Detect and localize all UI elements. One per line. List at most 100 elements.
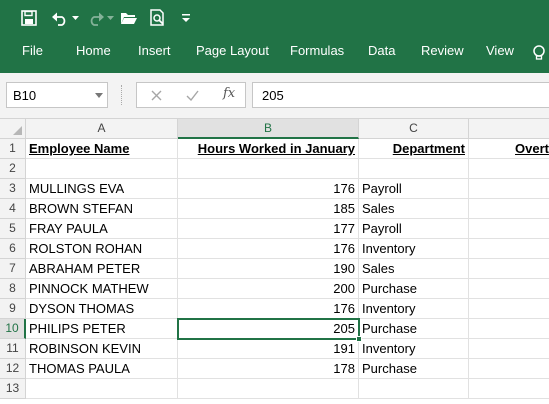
tab-view[interactable]: View bbox=[486, 36, 514, 73]
worksheet-grid: A B C 1 Employee Name Hours Worked in Janu… bbox=[0, 119, 549, 404]
chevron-down-icon[interactable] bbox=[95, 93, 103, 98]
tab-formulas[interactable]: Formulas bbox=[290, 36, 344, 73]
cell-d13[interactable] bbox=[469, 379, 549, 399]
cell-c8[interactable]: Purchase bbox=[359, 279, 469, 299]
cell-a11[interactable]: ROBINSON KEVIN bbox=[26, 339, 178, 359]
row-header-9[interactable]: 9 bbox=[0, 299, 26, 319]
open-folder-icon[interactable] bbox=[119, 8, 139, 28]
row-header-13[interactable]: 13 bbox=[0, 379, 26, 399]
cell-a3[interactable]: MULLINGS EVA bbox=[26, 179, 178, 199]
row-header-12[interactable]: 12 bbox=[0, 359, 26, 379]
cell-b8[interactable]: 200 bbox=[178, 279, 359, 299]
cell-b6[interactable]: 176 bbox=[178, 239, 359, 259]
cell-a1[interactable]: Employee Name bbox=[26, 139, 178, 159]
cell-d4[interactable] bbox=[469, 199, 549, 219]
insert-function-button[interactable]: fx bbox=[223, 86, 235, 101]
tab-insert[interactable]: Insert bbox=[138, 36, 171, 73]
cell-a12[interactable]: THOMAS PAULA bbox=[26, 359, 178, 379]
cell-d9[interactable] bbox=[469, 299, 549, 319]
cell-d6[interactable] bbox=[469, 239, 549, 259]
cancel-icon[interactable] bbox=[145, 86, 167, 104]
enter-check-icon[interactable] bbox=[181, 86, 203, 104]
name-box[interactable]: B10 bbox=[6, 82, 108, 108]
cell-c5[interactable]: Payroll bbox=[359, 219, 469, 239]
row-header-8[interactable]: 8 bbox=[0, 279, 26, 299]
cell-b4[interactable]: 185 bbox=[178, 199, 359, 219]
cell-a6[interactable]: ROLSTON ROHAN bbox=[26, 239, 178, 259]
cell-d2[interactable] bbox=[469, 159, 549, 179]
cell-d8[interactable] bbox=[469, 279, 549, 299]
tab-review[interactable]: Review bbox=[421, 36, 464, 73]
cell-b12[interactable]: 178 bbox=[178, 359, 359, 379]
cell-d1[interactable]: Overt bbox=[469, 139, 549, 159]
cell-d5[interactable] bbox=[469, 219, 549, 239]
tab-home[interactable]: Home bbox=[76, 36, 111, 73]
cell-d7[interactable] bbox=[469, 259, 549, 279]
cell-b5[interactable]: 177 bbox=[178, 219, 359, 239]
cell-b3[interactable]: 176 bbox=[178, 179, 359, 199]
cell-b7[interactable]: 190 bbox=[178, 259, 359, 279]
cell-a8[interactable]: PINNOCK MATHEW bbox=[26, 279, 178, 299]
cell-c12[interactable]: Purchase bbox=[359, 359, 469, 379]
save-icon[interactable] bbox=[19, 8, 39, 28]
cell-c10[interactable]: Purchase bbox=[359, 319, 469, 339]
quick-access-toolbar bbox=[0, 0, 549, 36]
cell-b11[interactable]: 191 bbox=[178, 339, 359, 359]
row-header-6[interactable]: 6 bbox=[0, 239, 26, 259]
formula-bar-area: B10 fx 205 bbox=[0, 73, 549, 119]
undo-icon[interactable] bbox=[50, 8, 70, 28]
redo-dropdown-icon[interactable] bbox=[106, 8, 114, 28]
cell-a9[interactable]: DYSON THOMAS bbox=[26, 299, 178, 319]
column-header-d[interactable] bbox=[469, 119, 549, 139]
row-header-3[interactable]: 3 bbox=[0, 179, 26, 199]
column-header-c[interactable]: C bbox=[359, 119, 469, 139]
ribbon-tabs: File Home Insert Page Layout Formulas Da… bbox=[0, 36, 549, 73]
customize-qat-icon[interactable] bbox=[178, 8, 194, 28]
redo-icon[interactable] bbox=[86, 8, 106, 28]
column-header-a[interactable]: A bbox=[26, 119, 178, 139]
formula-input[interactable]: 205 bbox=[252, 82, 549, 108]
row-header-5[interactable]: 5 bbox=[0, 219, 26, 239]
cell-d3[interactable] bbox=[469, 179, 549, 199]
select-all-button[interactable] bbox=[0, 119, 26, 139]
cell-c13[interactable] bbox=[359, 379, 469, 399]
cell-c9[interactable]: Inventory bbox=[359, 299, 469, 319]
cell-b2[interactable] bbox=[178, 159, 359, 179]
cell-d11[interactable] bbox=[469, 339, 549, 359]
column-header-b[interactable]: B bbox=[178, 119, 359, 139]
row-header-1[interactable]: 1 bbox=[0, 139, 26, 159]
tab-file[interactable]: File bbox=[22, 36, 43, 73]
row-header-7[interactable]: 7 bbox=[0, 259, 26, 279]
row-header-2[interactable]: 2 bbox=[0, 159, 26, 179]
row-header-10[interactable]: 10 bbox=[0, 319, 26, 339]
cell-c11[interactable]: Inventory bbox=[359, 339, 469, 359]
cell-c6[interactable]: Inventory bbox=[359, 239, 469, 259]
cell-b1[interactable]: Hours Worked in January bbox=[178, 139, 359, 159]
cell-b9[interactable]: 176 bbox=[178, 299, 359, 319]
cell-b13[interactable] bbox=[178, 379, 359, 399]
cell-c1[interactable]: Department bbox=[359, 139, 469, 159]
cell-a10[interactable]: PHILIPS PETER bbox=[26, 319, 178, 339]
cell-d12[interactable] bbox=[469, 359, 549, 379]
lightbulb-icon[interactable] bbox=[532, 44, 546, 60]
tab-page-layout[interactable]: Page Layout bbox=[196, 36, 269, 73]
row-header-4[interactable]: 4 bbox=[0, 199, 26, 219]
resize-handle[interactable] bbox=[121, 85, 123, 105]
cell-a13[interactable] bbox=[26, 379, 178, 399]
cell-c2[interactable] bbox=[359, 159, 469, 179]
cell-a4[interactable]: BROWN STEFAN bbox=[26, 199, 178, 219]
formula-buttons: fx bbox=[136, 82, 246, 108]
formula-value: 205 bbox=[262, 88, 284, 103]
tab-data[interactable]: Data bbox=[368, 36, 395, 73]
cell-b10[interactable]: 205 bbox=[178, 319, 359, 339]
cell-a5[interactable]: FRAY PAULA bbox=[26, 219, 178, 239]
undo-dropdown-icon[interactable] bbox=[70, 8, 80, 28]
cell-c4[interactable]: Sales bbox=[359, 199, 469, 219]
cell-a7[interactable]: ABRAHAM PETER bbox=[26, 259, 178, 279]
cell-a2[interactable] bbox=[26, 159, 178, 179]
row-header-11[interactable]: 11 bbox=[0, 339, 26, 359]
cell-c3[interactable]: Payroll bbox=[359, 179, 469, 199]
cell-d10[interactable] bbox=[469, 319, 549, 339]
cell-c7[interactable]: Sales bbox=[359, 259, 469, 279]
print-preview-icon[interactable] bbox=[148, 8, 168, 28]
